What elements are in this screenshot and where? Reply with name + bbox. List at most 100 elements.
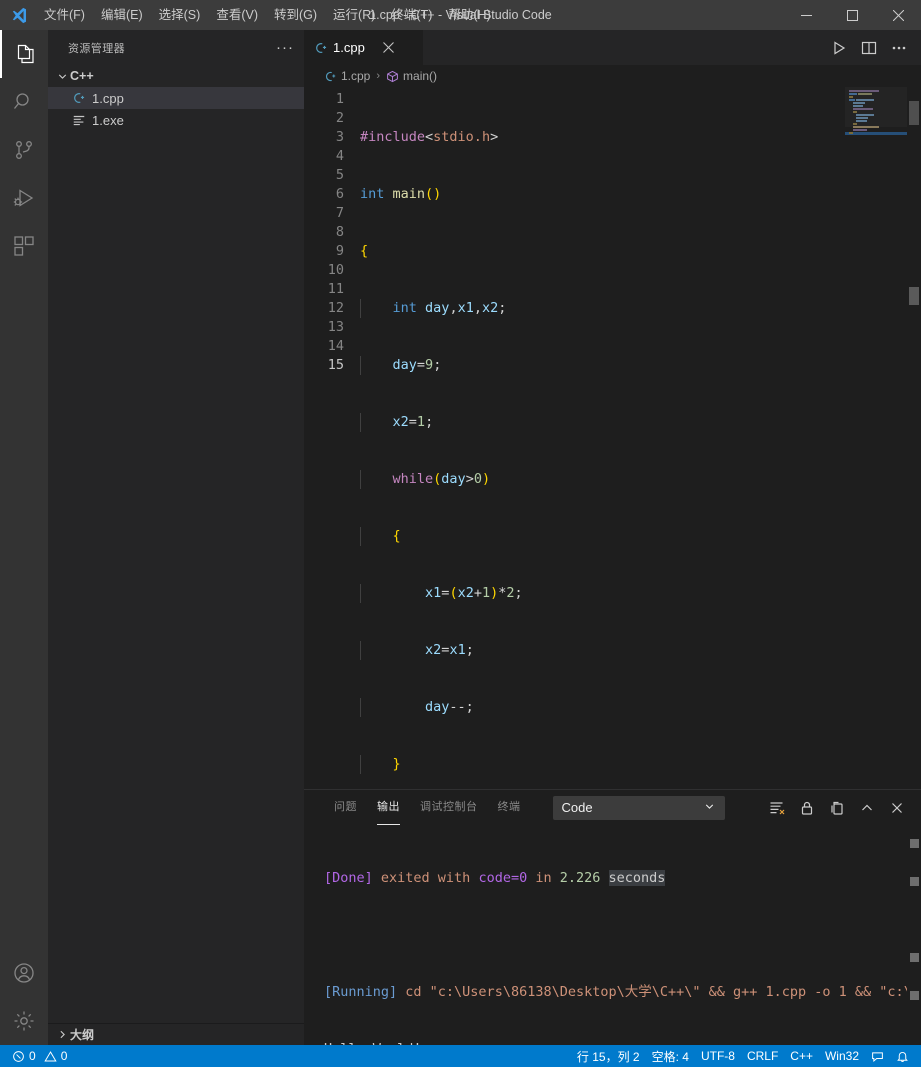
line-number: 11 (327, 281, 344, 297)
sidebar-item-search[interactable] (0, 78, 48, 126)
file-row-1cpp[interactable]: 1.cpp (48, 87, 304, 109)
output-text[interactable]: [Done] exited with code=0 in 2.226 secon… (304, 825, 907, 1045)
editor-vertical-scrollbar[interactable] (907, 87, 921, 789)
output-line: Hello World! (324, 1040, 907, 1045)
feedback-icon[interactable] (865, 1045, 890, 1067)
code-line-4: int day,x1,x2; (356, 299, 845, 318)
status-bar: 0 0 行 15，列 2 空格: 4 UTF-8 CRLF C++ Win32 (0, 1045, 921, 1067)
split-editor-icon[interactable] (855, 34, 883, 62)
output-view: [Done] exited with code=0 in 2.226 secon… (304, 825, 921, 1045)
bell-icon[interactable] (890, 1045, 915, 1067)
clear-icon[interactable] (763, 794, 791, 822)
sidebar-item-extensions[interactable] (0, 222, 48, 270)
menu-file[interactable]: 文件(F) (36, 0, 93, 30)
sidebar-title-bar: 资源管理器 ··· (48, 30, 304, 65)
tab-debug-console[interactable]: 调试控制台 (410, 790, 488, 825)
menu-help[interactable]: 帮助(H) (440, 0, 498, 30)
tab-terminal[interactable]: 终端 (488, 790, 531, 825)
outline-section-header[interactable]: 大纲 (48, 1023, 304, 1045)
line-number-gutter: 1 2 3 4 5 6 7 8 9 10 11 12 13 14 15 (304, 87, 356, 789)
panel-actions (763, 794, 921, 822)
workbench: 资源管理器 ··· C++ 1.cpp 1.exe 大纲 1.cpp 1.cpp… (0, 30, 921, 1045)
output-channel-select[interactable]: Code (552, 795, 725, 820)
indentation[interactable]: 空格: 4 (646, 1045, 695, 1067)
ellipsis-icon[interactable] (885, 34, 913, 62)
output-scrollbar[interactable] (907, 825, 921, 1045)
account-icon[interactable] (0, 949, 48, 997)
explorer-sidebar: 资源管理器 ··· C++ 1.cpp 1.exe 大纲 (48, 30, 304, 1045)
breadcrumb-file-label: 1.cpp (341, 69, 371, 83)
status-problems[interactable]: 0 0 (6, 1045, 73, 1067)
breadcrumb-file[interactable]: 1.cpp (324, 69, 370, 83)
tab-problems[interactable]: 问题 (324, 790, 367, 825)
chevron-up-icon[interactable] (853, 794, 881, 822)
line-number: 2 (335, 110, 344, 126)
menu-terminal[interactable]: 终端(T) (383, 0, 440, 30)
sidebar-item-source-control[interactable] (0, 126, 48, 174)
line-number: 7 (335, 205, 344, 221)
tab-1cpp[interactable]: 1.cpp (304, 30, 424, 65)
gear-icon[interactable] (0, 997, 48, 1045)
code-line-6: x2=1; (356, 413, 845, 432)
scroll-marker (910, 877, 919, 886)
cursor-position[interactable]: 行 15，列 2 (571, 1045, 646, 1067)
line-number: 14 (327, 338, 344, 354)
eol[interactable]: CRLF (741, 1045, 784, 1067)
code-line-1: #include<stdio.h> (360, 129, 499, 145)
tab-close-icon[interactable] (379, 38, 399, 58)
line-number: 6 (335, 186, 344, 202)
scroll-marker (910, 953, 919, 962)
output-channel-value: Code (561, 800, 593, 815)
outline-label: 大纲 (70, 1028, 95, 1042)
minimize-button[interactable] (783, 0, 829, 30)
menu-edit[interactable]: 编辑(E) (93, 0, 151, 30)
sidebar-more-actions-button[interactable]: ··· (276, 40, 294, 55)
language-mode[interactable]: C++ (784, 1045, 819, 1067)
menu-run[interactable]: 运行(R) (325, 0, 383, 30)
code-line-7: while(day>0) (356, 470, 845, 489)
maximize-button[interactable] (829, 0, 875, 30)
minimap-slider[interactable] (845, 87, 907, 127)
menu-selection[interactable]: 选择(S) (151, 0, 209, 30)
menu-go[interactable]: 转到(G) (266, 0, 325, 30)
cpp-file-icon (70, 91, 88, 105)
panel-header: 问题 输出 调试控制台 终端 Code (304, 790, 921, 825)
menu-view[interactable]: 查看(V) (208, 0, 266, 30)
code-line-5: day=9; (356, 356, 845, 375)
error-count: 0 (29, 1049, 36, 1063)
code-line-3: { (360, 243, 369, 259)
breadcrumb-symbol[interactable]: main() (386, 69, 437, 83)
sidebar-item-run-debug[interactable] (0, 174, 48, 222)
title-bar: 文件(F) 编辑(E) 选择(S) 查看(V) 转到(G) 运行(R) 终端(T… (0, 0, 921, 30)
play-icon[interactable] (825, 34, 853, 62)
chevron-down-icon (703, 800, 716, 816)
code-content[interactable]: #include<stdio.h> int main() { int day,x… (356, 87, 845, 789)
tab-output[interactable]: 输出 (367, 790, 410, 825)
activity-bar (0, 30, 48, 1045)
line-number: 10 (327, 262, 344, 278)
minimap[interactable] (845, 87, 907, 789)
folder-name: C++ (70, 69, 94, 83)
editor-area: 1.cpp 1.cpp › main() 1 2 3 4 5 6 7 8 9 1… (304, 30, 921, 789)
bottom-panel: 问题 输出 调试控制台 终端 Code [Done] exited with c… (304, 789, 921, 1045)
window-controls (783, 0, 921, 30)
file-row-1exe[interactable]: 1.exe (48, 109, 304, 131)
close-icon[interactable] (883, 794, 911, 822)
tab-label: 1.cpp (333, 40, 365, 55)
code-line-8: { (356, 527, 845, 546)
encoding[interactable]: UTF-8 (695, 1045, 741, 1067)
open-editor-icon[interactable] (823, 794, 851, 822)
platform[interactable]: Win32 (819, 1045, 865, 1067)
lock-icon[interactable] (793, 794, 821, 822)
close-button[interactable] (875, 0, 921, 30)
scrollbar-thumb (909, 101, 919, 125)
output-line: [Running] cd "c:\Users\86138\Desktop\大学\… (324, 984, 907, 1000)
code-line-2: int main() (360, 186, 442, 202)
sidebar-item-explorer[interactable] (0, 30, 48, 78)
scroll-marker (910, 839, 919, 848)
code-line-9: x1=(x2+1)*2; (356, 584, 845, 603)
scrollbar-marker (909, 287, 919, 305)
code-editor: 1 2 3 4 5 6 7 8 9 10 11 12 13 14 15 #inc… (304, 87, 921, 789)
folder-root-row[interactable]: C++ (48, 65, 304, 87)
